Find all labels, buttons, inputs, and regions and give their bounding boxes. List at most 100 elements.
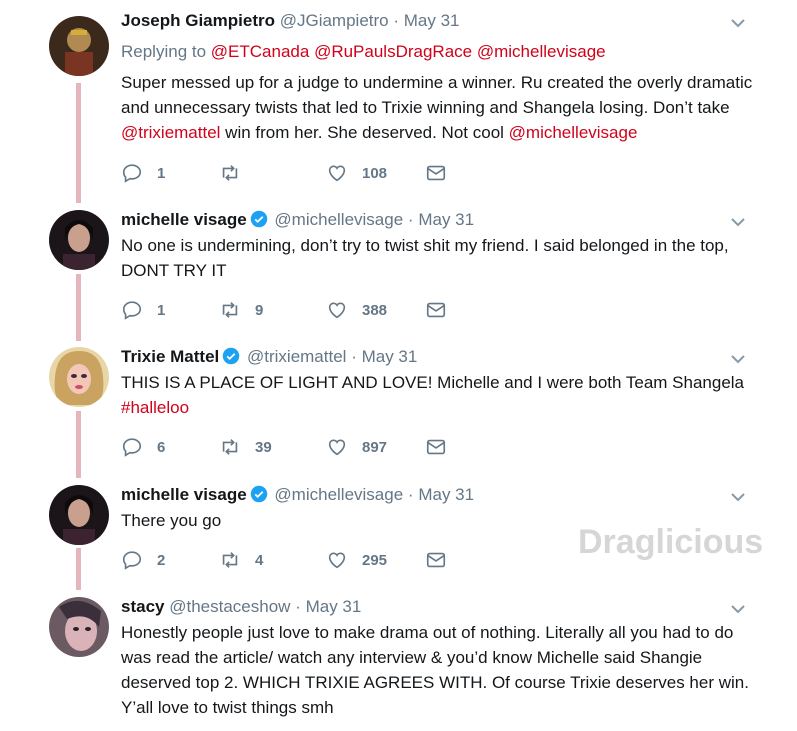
like-count: 295 (362, 551, 388, 569)
replying-to: Replying to @ETCanada @RuPaulsDragRace @… (121, 41, 606, 63)
retweet-button[interactable]: 39 (219, 435, 272, 459)
direct-message-button[interactable] (425, 298, 447, 322)
like-count: 108 (362, 164, 388, 182)
mention-link[interactable]: @michellevisage (477, 42, 606, 61)
reply-count: 6 (157, 438, 166, 456)
mention-link[interactable]: @trixiemattel (121, 123, 220, 142)
tweet-actions: 6 39 897 (121, 435, 481, 459)
reply-icon (122, 551, 142, 570)
tweet[interactable]: michelle visage @michellevisage · May 31… (0, 200, 797, 340)
reply-count: 1 (157, 164, 166, 182)
tweet-date[interactable]: May 31 (418, 485, 474, 504)
tweet-actions: 1 9 388 (121, 298, 481, 322)
tweet-date[interactable]: May 31 (306, 597, 362, 616)
avatar[interactable] (49, 210, 109, 270)
separator-dot: · (351, 347, 357, 366)
direct-message-button[interactable] (425, 548, 447, 572)
user-handle[interactable]: @michellevisage (274, 210, 403, 229)
reply-count: 2 (157, 551, 166, 569)
tweet-text: THIS IS A PLACE OF LIGHT AND LOVE! Miche… (121, 370, 761, 420)
reply-icon (122, 438, 142, 457)
retweet-icon (222, 439, 238, 455)
like-count: 897 (362, 438, 388, 456)
separator-dot: · (407, 485, 414, 504)
envelope-icon (426, 302, 446, 318)
reply-button[interactable]: 1 (121, 161, 165, 185)
user-handle[interactable]: @michellevisage (274, 485, 403, 504)
heart-icon (328, 439, 346, 456)
display-name[interactable]: stacy (121, 597, 164, 616)
like-button[interactable]: 295 (326, 548, 387, 572)
reply-button[interactable]: 6 (121, 435, 165, 459)
verified-badge-icon (223, 347, 240, 365)
separator-dot: · (407, 210, 414, 229)
heart-icon (328, 302, 346, 319)
replying-prefix: Replying to (121, 42, 207, 61)
tweet-text: No one is undermining, don’t try to twis… (121, 236, 729, 280)
chevron-down-icon[interactable] (730, 214, 746, 230)
tweet-text-segment: Super messed up for a judge to undermine… (121, 73, 753, 117)
tweet[interactable]: Trixie Mattel @trixiemattel · May 31 THI… (0, 337, 797, 477)
hashtag-link[interactable]: #halleloo (121, 398, 189, 417)
display-name[interactable]: michelle visage (121, 210, 247, 229)
direct-message-button[interactable] (425, 161, 447, 185)
tweet-actions: 2 4 295 (121, 548, 481, 572)
envelope-icon (426, 552, 446, 568)
display-name[interactable]: michelle visage (121, 485, 247, 504)
user-handle[interactable]: @thestaceshow (169, 597, 290, 616)
retweet-count: 9 (255, 301, 264, 319)
display-name[interactable]: Joseph Giampietro (121, 11, 275, 30)
tweet-text-segment: THIS IS A PLACE OF LIGHT AND LOVE! Miche… (121, 373, 744, 392)
mention-link[interactable]: @ETCanada (211, 42, 310, 61)
tweet-actions: 1 108 (121, 161, 481, 185)
envelope-icon (426, 439, 446, 455)
tweet-date[interactable]: May 31 (418, 210, 474, 229)
verified-badge-icon (250, 210, 267, 228)
reply-count: 1 (157, 301, 166, 319)
retweet-icon (222, 165, 238, 181)
retweet-button[interactable] (219, 161, 255, 185)
verified-badge-icon (250, 485, 267, 503)
tweet-date[interactable]: May 31 (404, 11, 460, 30)
tweet-text: Super messed up for a judge to undermine… (121, 70, 761, 145)
chevron-down-icon[interactable] (730, 351, 746, 367)
avatar[interactable] (49, 16, 109, 76)
reply-button[interactable]: 2 (121, 548, 165, 572)
direct-message-button[interactable] (425, 435, 447, 459)
retweet-icon (222, 552, 238, 568)
tweet[interactable]: Joseph Giampietro @JGiampietro · May 31 … (0, 0, 797, 200)
separator-dot: · (295, 597, 301, 616)
retweet-count: 39 (255, 438, 272, 456)
reply-button[interactable]: 1 (121, 298, 165, 322)
display-name[interactable]: Trixie Mattel (121, 347, 219, 366)
retweet-count: 4 (255, 551, 264, 569)
chevron-down-icon[interactable] (730, 15, 746, 31)
like-button[interactable]: 388 (326, 298, 387, 322)
heart-icon (328, 552, 346, 569)
like-count: 388 (362, 301, 388, 319)
separator-dot: · (393, 11, 400, 30)
mention-link[interactable]: @michellevisage (509, 123, 638, 142)
avatar[interactable] (49, 597, 109, 657)
like-button[interactable]: 897 (326, 435, 387, 459)
tweet-text: Honestly people just love to make drama … (121, 623, 749, 717)
tweet[interactable]: stacy @thestaceshow · May 31 Honestly pe… (0, 587, 797, 731)
reply-icon (122, 301, 142, 320)
retweet-button[interactable]: 9 (219, 298, 263, 322)
chevron-down-icon[interactable] (730, 489, 746, 505)
retweet-button[interactable]: 4 (219, 548, 263, 572)
tweet-text-segment: win from her. She deserved. Not cool (220, 123, 509, 142)
tweet-date[interactable]: May 31 (362, 347, 418, 366)
user-handle[interactable]: @trixiemattel (247, 347, 346, 366)
reply-icon (122, 164, 142, 183)
envelope-icon (426, 165, 446, 181)
like-button[interactable]: 108 (326, 161, 387, 185)
mention-link[interactable]: @RuPaulsDragRace (314, 42, 472, 61)
watermark-logo: Draglicious (578, 523, 764, 561)
chevron-down-icon[interactable] (730, 601, 746, 617)
retweet-icon (222, 302, 238, 318)
avatar[interactable] (49, 347, 109, 407)
heart-icon (328, 165, 346, 182)
avatar[interactable] (49, 485, 109, 545)
user-handle[interactable]: @JGiampietro (280, 11, 389, 30)
